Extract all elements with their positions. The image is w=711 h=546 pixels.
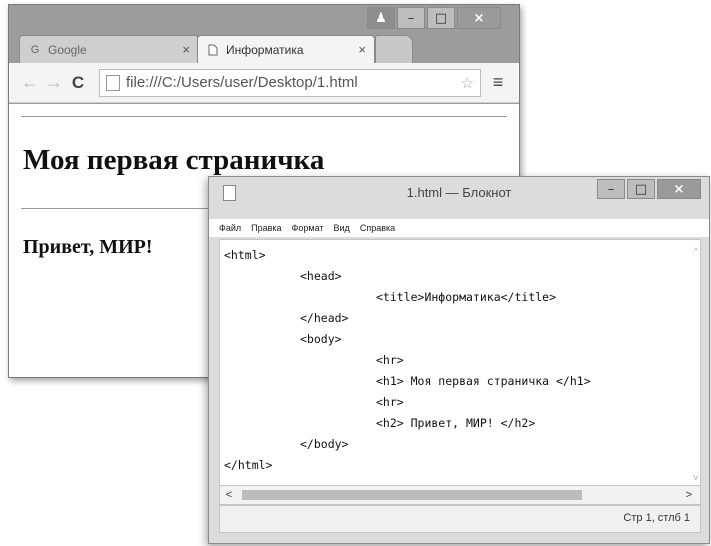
page-icon: [206, 43, 220, 57]
scroll-down-icon[interactable]: v: [694, 472, 699, 482]
scroll-left-icon[interactable]: <: [220, 489, 238, 501]
tab-strip: G Google × Информатика ×: [19, 35, 439, 63]
user-icon[interactable]: ♟: [367, 7, 395, 29]
status-bar: Стр 1, стлб 1: [219, 505, 701, 533]
close-tab-icon[interactable]: ×: [358, 42, 366, 57]
file-icon: [106, 74, 120, 91]
scroll-right-icon[interactable]: >: [686, 489, 692, 501]
back-arrow-icon[interactable]: ←: [19, 72, 41, 94]
reload-icon[interactable]: C: [67, 72, 89, 94]
code-line[interactable]: </body>: [300, 437, 348, 451]
notepad-window-controls: – □ ×: [597, 179, 701, 199]
code-line[interactable]: </head>: [300, 311, 348, 325]
menu-item-file[interactable]: Файл: [219, 223, 241, 233]
tab-label: Google: [48, 42, 87, 57]
code-line[interactable]: <h1> Моя первая страничка </h1>: [376, 374, 591, 388]
text-editor[interactable]: <html> <head> <title>Информатика</title>…: [219, 239, 701, 487]
maximize-button[interactable]: □: [627, 179, 655, 199]
tab-google[interactable]: G Google ×: [19, 35, 199, 63]
page-heading-h1: Моя первая страничка: [23, 144, 325, 176]
notepad-menu-bar: Файл Правка Формат Вид Справка: [209, 219, 709, 237]
code-line[interactable]: <title>Информатика</title>: [376, 290, 556, 304]
minimize-button[interactable]: –: [397, 7, 425, 29]
url-text[interactable]: file:///C:/Users/user/Desktop/1.html: [126, 74, 461, 91]
google-icon: G: [30, 43, 40, 56]
star-icon[interactable]: ☆: [461, 74, 474, 92]
menu-item-format[interactable]: Формат: [292, 223, 324, 233]
maximize-button[interactable]: □: [427, 7, 455, 29]
minimize-button[interactable]: –: [597, 179, 625, 199]
new-tab-button[interactable]: [375, 35, 413, 63]
horizontal-rule: [21, 116, 507, 117]
close-tab-icon[interactable]: ×: [182, 42, 190, 57]
tab-informatika[interactable]: Информатика ×: [197, 35, 375, 63]
code-line[interactable]: </html>: [224, 458, 272, 472]
browser-toolbar: ← → C file:///C:/Users/user/Desktop/1.ht…: [9, 63, 519, 103]
menu-icon[interactable]: ≡: [487, 72, 509, 94]
menu-item-view[interactable]: Вид: [334, 223, 350, 233]
code-line[interactable]: <hr>: [376, 395, 404, 409]
page-heading-h2: Привет, МИР!: [23, 236, 153, 258]
code-line[interactable]: <html>: [224, 248, 266, 262]
menu-item-edit[interactable]: Правка: [251, 223, 281, 233]
address-bar[interactable]: file:///C:/Users/user/Desktop/1.html ☆: [99, 68, 481, 97]
horizontal-scrollbar[interactable]: < >: [219, 485, 701, 505]
forward-arrow-icon[interactable]: →: [43, 72, 65, 94]
code-line[interactable]: <h2> Привет, МИР! </h2>: [376, 416, 535, 430]
menu-item-help[interactable]: Справка: [360, 223, 395, 233]
close-button[interactable]: ×: [657, 179, 701, 199]
code-line[interactable]: <body>: [300, 332, 342, 346]
scroll-up-icon[interactable]: ^: [694, 246, 698, 256]
code-line[interactable]: <hr>: [376, 353, 404, 367]
cursor-position: Стр 1, стлб 1: [623, 512, 690, 524]
notepad-window: 1.html — Блокнот – □ × Файл Правка Форма…: [208, 176, 710, 544]
notepad-title-bar: 1.html — Блокнот – □ ×: [209, 177, 709, 207]
close-button[interactable]: ×: [457, 7, 501, 29]
scrollbar-thumb[interactable]: [242, 490, 582, 500]
browser-window-controls: ♟ – □ ×: [367, 7, 501, 29]
tab-label: Информатика: [226, 42, 304, 57]
code-line[interactable]: <head>: [300, 269, 342, 283]
